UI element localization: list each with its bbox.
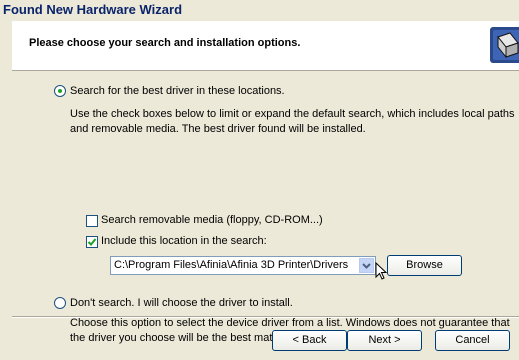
search-option-description: Use the check boxes below to limit or ex… <box>70 108 515 135</box>
hardware-wizard-icon <box>490 27 519 63</box>
search-option-radio[interactable] <box>54 85 66 97</box>
dont-search-option-label[interactable]: Don't search. I will choose the driver t… <box>70 297 293 309</box>
footer-divider <box>12 316 519 318</box>
combo-dropdown-button[interactable] <box>359 258 374 273</box>
dont-search-option-radio[interactable] <box>54 297 66 309</box>
removable-media-checkbox[interactable] <box>86 215 98 227</box>
include-location-checkbox[interactable] <box>86 236 98 248</box>
location-combobox[interactable]: C:\Program Files\Afinia\Afinia 3D Printe… <box>110 256 376 275</box>
location-value: C:\Program Files\Afinia\Afinia 3D Printe… <box>114 259 349 271</box>
header-title: Please choose your search and installati… <box>29 37 301 49</box>
window-title: Found New Hardware Wizard <box>0 0 519 21</box>
back-button[interactable]: < Back <box>272 330 347 351</box>
chevron-down-icon <box>362 263 371 269</box>
wizard-body: Search for the best driver in these loca… <box>12 71 519 344</box>
mouse-cursor-icon <box>375 262 387 280</box>
browse-button[interactable]: Browse <box>387 255 462 276</box>
search-option-label[interactable]: Search for the best driver in these loca… <box>70 85 285 97</box>
removable-media-label[interactable]: Search removable media (floppy, CD-ROM..… <box>101 214 323 226</box>
next-button[interactable]: Next > <box>347 330 422 351</box>
wizard-header: Please choose your search and installati… <box>12 21 519 71</box>
checkmark-icon <box>87 238 97 246</box>
cancel-button[interactable]: Cancel <box>435 330 510 351</box>
include-location-label[interactable]: Include this location in the search: <box>101 235 267 247</box>
